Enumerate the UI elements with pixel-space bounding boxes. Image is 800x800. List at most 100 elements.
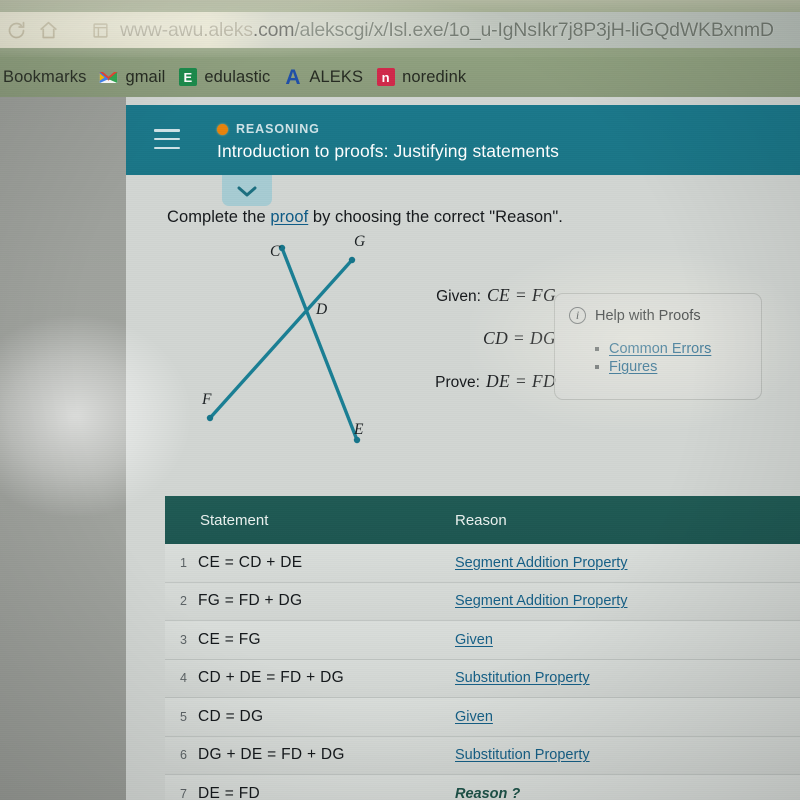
bookmarks-label: Bookmarks xyxy=(3,67,87,86)
chevron-down-icon xyxy=(236,184,258,198)
row-reason: Reason ? xyxy=(455,786,520,800)
reason-link[interactable]: Segment Addition Property xyxy=(455,593,628,609)
hamburger-menu-icon[interactable] xyxy=(154,129,180,149)
table-header-row: Statement Reason xyxy=(165,496,800,544)
reason-link[interactable]: Given xyxy=(455,632,493,648)
proof-table: Statement Reason 1 CE = CD + DE Segment … xyxy=(165,496,800,800)
app-header: REASONING Introduction to proofs: Justif… xyxy=(126,105,800,175)
info-icon: i xyxy=(569,307,586,324)
point-F xyxy=(206,414,214,422)
status-dot-icon xyxy=(217,123,228,135)
reload-icon[interactable] xyxy=(6,20,27,41)
row-number: 5 xyxy=(180,709,187,724)
proof-figure: C G D F E xyxy=(186,233,406,455)
help-links-list: Common Errors Figures xyxy=(593,340,711,376)
row-reason: Segment Addition Property xyxy=(455,555,628,571)
column-header-statement: Statement xyxy=(200,511,269,529)
bookmarks-bar: Bookmarks gmail E edulastic A ALEKS n no… xyxy=(0,57,800,97)
table-row: 2 FG = FD + DG Segment Addition Property xyxy=(165,582,800,621)
given-prove-block: Given: CE = FG CD = DG Prove: DE = FD xyxy=(406,285,556,414)
row-statement: CE = FG xyxy=(198,630,261,648)
given-keyword: Given: xyxy=(436,288,481,305)
prove-keyword: Prove: xyxy=(435,374,480,391)
segment-FG xyxy=(208,258,354,420)
bookmark-label: ALEKS xyxy=(309,67,364,86)
topic-kicker: REASONING xyxy=(217,122,320,136)
bookmark-label: edulastic xyxy=(204,67,271,86)
reason-link[interactable]: Segment Addition Property xyxy=(455,555,628,571)
help-title-label: Help with Proofs xyxy=(595,307,701,324)
point-G xyxy=(348,256,356,264)
row-reason: Segment Addition Property xyxy=(455,593,628,609)
help-title-row: i Help with Proofs xyxy=(569,307,701,324)
instruction-text: Complete the proof by choosing the corre… xyxy=(167,208,563,227)
url-domain: aleks xyxy=(208,18,253,41)
instruction-after: by choosing the correct "Reason". xyxy=(308,208,563,226)
browser-toolbar: www-awu.aleks.com/alekscgi/x/Isl.exe/1o_… xyxy=(0,0,800,57)
figure-svg xyxy=(206,244,361,444)
reason-link[interactable]: Given xyxy=(455,709,493,725)
row-statement: CD = DG xyxy=(198,707,264,725)
bookmark-label: noredink xyxy=(402,67,467,86)
home-icon[interactable] xyxy=(38,20,59,41)
bookmark-gmail[interactable]: gmail xyxy=(99,68,165,87)
aleks-page: REASONING Introduction to proofs: Justif… xyxy=(126,97,800,800)
url-tld: .com xyxy=(252,18,295,41)
label-E: E xyxy=(354,421,364,438)
label-G: G xyxy=(354,233,366,250)
gmail-icon xyxy=(99,68,118,87)
help-link-figures[interactable]: Figures xyxy=(609,359,657,375)
given-math-2: CD = DG xyxy=(483,328,556,348)
bookmark-aleks[interactable]: A ALEKS xyxy=(283,67,364,88)
row-reason: Substitution Property xyxy=(455,747,590,763)
segment-CE xyxy=(280,246,359,442)
instruction-before: Complete the xyxy=(167,208,271,226)
row-number: 4 xyxy=(180,671,187,686)
label-F: F xyxy=(202,391,212,408)
row-reason: Given xyxy=(455,632,493,648)
url-prefix: www-awu. xyxy=(120,18,209,41)
row-number: 6 xyxy=(180,748,187,763)
bookmark-edulastic[interactable]: E edulastic xyxy=(178,68,270,87)
row-number: 1 xyxy=(180,555,187,570)
prove-row: Prove: DE = FD xyxy=(406,371,556,392)
help-link-item: Common Errors xyxy=(593,340,711,358)
site-info-icon[interactable] xyxy=(92,22,109,39)
url-path: /alekscgi/x/Isl.exe/1o_u-IgNsIkr7j8P3jH-… xyxy=(294,18,774,41)
table-row-active: 7 DE = FD Reason ? xyxy=(165,775,800,800)
row-number: 2 xyxy=(180,594,187,609)
edulastic-icon: E xyxy=(178,68,197,87)
bookmark-noredink[interactable]: n noredink xyxy=(376,68,466,87)
table-row: 3 CE = FG Given xyxy=(165,621,800,660)
row-statement: CD + DE = FD + DG xyxy=(198,669,344,687)
page-left-gutter xyxy=(0,97,126,800)
row-statement: DE = FD xyxy=(198,784,260,800)
reason-link[interactable]: Substitution Property xyxy=(455,747,590,763)
reason-select-button[interactable]: Reason ? xyxy=(455,786,520,800)
row-reason: Substitution Property xyxy=(455,670,590,686)
help-link-common-errors[interactable]: Common Errors xyxy=(609,341,711,357)
bookmark-label: gmail xyxy=(125,67,166,86)
reason-link[interactable]: Substitution Property xyxy=(455,670,590,686)
label-C: C xyxy=(270,243,281,260)
given-math: CE = FG xyxy=(486,285,556,305)
label-D: D xyxy=(316,301,328,318)
noredink-icon: n xyxy=(376,68,395,87)
row-number: 7 xyxy=(180,786,187,800)
help-link-item: Figures xyxy=(593,358,711,376)
help-panel: i Help with Proofs Common Errors Figures xyxy=(554,293,762,400)
given-row-2: CD = DG xyxy=(406,328,556,349)
expand-panel-button[interactable] xyxy=(222,175,272,206)
prove-math: DE = FD xyxy=(485,371,556,391)
table-row: 6 DG + DE = FD + DG Substitution Propert… xyxy=(165,736,800,775)
screenshot-root: www-awu.aleks.com/alekscgi/x/Isl.exe/1o_… xyxy=(0,0,800,800)
table-row: 4 CD + DE = FD + DG Substitution Propert… xyxy=(165,659,800,698)
given-row: Given: CE = FG xyxy=(406,285,556,306)
url-text[interactable]: www-awu.aleks.com/alekscgi/x/Isl.exe/1o_… xyxy=(120,19,774,42)
proof-link[interactable]: proof xyxy=(270,208,308,226)
column-header-reason: Reason xyxy=(455,511,507,529)
kicker-label: REASONING xyxy=(236,122,320,136)
row-reason: Given xyxy=(455,709,493,725)
row-statement: FG = FD + DG xyxy=(198,592,303,610)
row-number: 3 xyxy=(180,632,187,647)
